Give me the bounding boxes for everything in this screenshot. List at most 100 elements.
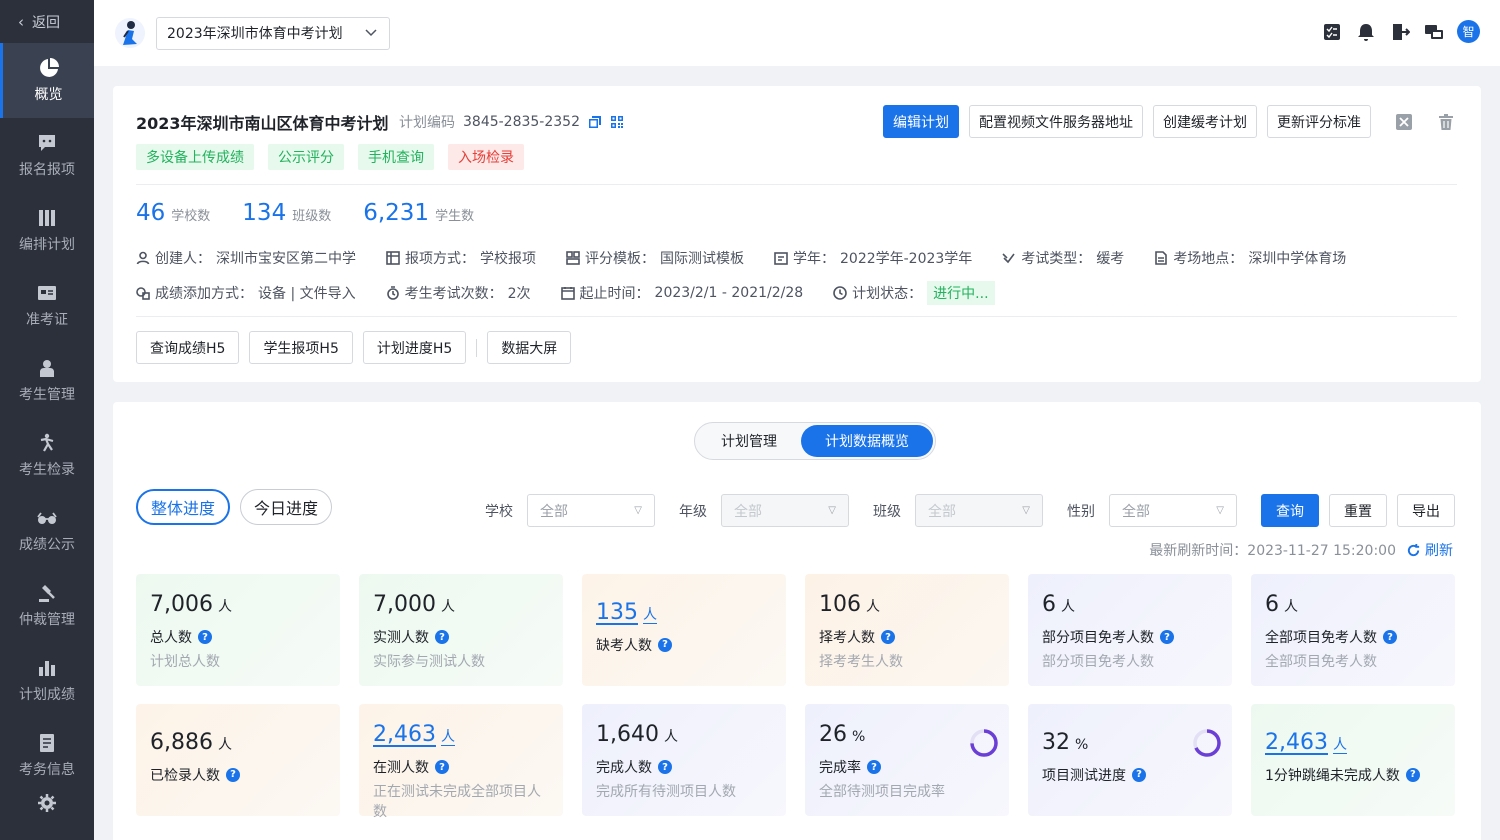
feature-tags: 多设备上传成绩 公示评分 手机查询 入场检录 xyxy=(136,144,524,170)
sidebar-item-label: 仲裁管理 xyxy=(19,611,75,628)
top-bar: 2023年深圳市体育中考计划 智 xyxy=(94,0,1500,66)
stat-value[interactable]: 2,463 人 xyxy=(1265,730,1441,755)
tag-check-icon xyxy=(1002,253,1015,264)
school-select[interactable]: 全部 ▽ xyxy=(527,494,655,527)
meta-creator: 创建人： 深圳市宝安区第二中学 xyxy=(136,248,356,268)
stat-name: 完成率? xyxy=(819,757,995,777)
calendar-icon xyxy=(560,287,575,300)
close-box-icon[interactable] xyxy=(1393,111,1415,133)
help-icon[interactable]: ? xyxy=(1383,630,1397,644)
logout-icon[interactable] xyxy=(1389,21,1411,43)
school-filter-label: 学校 xyxy=(485,503,513,520)
class-select[interactable]: 全部 ▽ xyxy=(915,494,1043,527)
tab-plan-data-overview[interactable]: 计划数据概览 xyxy=(801,425,933,457)
tag: 入场检录 xyxy=(448,144,524,170)
export-button[interactable]: 导出 xyxy=(1397,494,1455,527)
update-standard-button[interactable]: 更新评分标准 xyxy=(1267,105,1371,138)
video-server-button[interactable]: 配置视频文件服务器地址 xyxy=(969,105,1143,138)
help-icon[interactable]: ? xyxy=(198,630,212,644)
gender-filter-label: 性别 xyxy=(1067,503,1095,520)
trash-icon[interactable] xyxy=(1435,111,1457,133)
plan-info-card: 2023年深圳市南山区体育中考计划 计划编码 3845-2835-2352 多设… xyxy=(113,86,1481,382)
stat-card: 1,640 人完成人数? 完成所有待测项目人数 xyxy=(582,704,786,816)
help-icon[interactable]: ? xyxy=(881,630,895,644)
stat-value: 7,000 人 xyxy=(373,592,455,617)
copy-icon[interactable] xyxy=(588,115,602,129)
help-icon[interactable]: ? xyxy=(435,760,449,774)
tab-today-progress[interactable]: 今日进度 xyxy=(240,489,333,525)
progress-ring xyxy=(970,729,998,757)
stat-description: 择考考生人数 xyxy=(819,654,903,670)
stat-description: 全部项目免考人数 xyxy=(1265,654,1377,670)
sidebar-item[interactable]: 编排计划 xyxy=(0,193,94,268)
edit-plan-button[interactable]: 编辑计划 xyxy=(883,105,959,138)
sidebar-item[interactable]: 成绩公示 xyxy=(0,493,94,568)
sidebar-item[interactable]: 仲裁管理 xyxy=(0,568,94,643)
help-icon[interactable]: ? xyxy=(1405,767,1420,782)
help-icon[interactable]: ? xyxy=(658,637,672,652)
sidebar-item[interactable]: 计划成绩 xyxy=(0,643,94,718)
help-icon[interactable]: ? xyxy=(226,767,240,782)
stat-card: 7,006 人总人数? 计划总人数 xyxy=(136,574,340,686)
clock-icon xyxy=(833,286,847,300)
gender-select[interactable]: 全部 ▽ xyxy=(1109,494,1237,527)
columns-icon xyxy=(39,209,55,226)
stat-name: 总人数? xyxy=(150,627,326,647)
chevron-down-icon xyxy=(365,29,377,37)
plan-code-label: 计划编码 xyxy=(399,115,455,131)
class-count: 134 班级数 xyxy=(242,200,332,226)
stat-name: 缺考人数? xyxy=(596,635,772,655)
checklist-icon[interactable] xyxy=(1321,21,1343,43)
plan-stats: 46 学校数 134 班级数 6,231 学生数 xyxy=(136,200,474,226)
qrcode-icon[interactable] xyxy=(610,115,624,129)
reset-button[interactable]: 重置 xyxy=(1329,494,1387,527)
runner-icon xyxy=(40,433,54,452)
sidebar-item[interactable]: 考生管理 xyxy=(0,343,94,418)
back-button[interactable]: ‹ 返回 xyxy=(0,0,94,43)
sidebar-item[interactable]: 准考证 xyxy=(0,268,94,343)
tab-overall-progress[interactable]: 整体进度 xyxy=(136,489,231,525)
help-icon[interactable]: ? xyxy=(435,630,449,644)
data-screen-button[interactable]: 数据大屏 xyxy=(487,331,572,364)
query-button[interactable]: 查询 xyxy=(1261,494,1319,527)
query-score-h5-button[interactable]: 查询成绩H5 xyxy=(136,331,240,364)
help-icon[interactable]: ? xyxy=(867,760,881,774)
refresh-time: 最新刷新时间：2023-11-27 15:20:00 xyxy=(1149,543,1396,559)
chevron-down-icon: ▽ xyxy=(1022,505,1030,516)
bell-icon[interactable] xyxy=(1355,21,1377,43)
help-icon[interactable]: ? xyxy=(1132,767,1146,782)
school-count: 46 学校数 xyxy=(136,200,211,226)
meta-exam-type: 考试类型： 缓考 xyxy=(1002,248,1124,268)
tab-plan-management[interactable]: 计划管理 xyxy=(697,425,801,457)
stat-value[interactable]: 2,463 人 xyxy=(373,722,549,747)
stat-name: 实测人数? xyxy=(373,627,549,647)
plan-select[interactable]: 2023年深圳市体育中考计划 xyxy=(156,16,390,50)
create-deferred-plan-button[interactable]: 创建缓考计划 xyxy=(1153,105,1257,138)
gavel-icon xyxy=(39,584,55,602)
pie-chart-icon xyxy=(39,57,59,77)
sidebar-item-label: 准考证 xyxy=(26,311,68,328)
sidebar-item[interactable]: 考生检录 xyxy=(0,418,94,493)
refresh-button[interactable]: 刷新 xyxy=(1406,540,1453,560)
sidebar-item[interactable]: 报名报项 xyxy=(0,118,94,193)
meta-school-year: 学年： 2022学年-2023学年 xyxy=(774,248,972,268)
help-icon[interactable]: ? xyxy=(1160,630,1174,644)
student-registration-h5-button[interactable]: 学生报项H5 xyxy=(249,331,353,364)
filter-bar: 学校 全部 ▽ 年级 全部 ▽ 班级 全部 ▽ 性别 全部 ▽ 查询 重置 导出 xyxy=(485,494,1455,527)
table-icon xyxy=(386,251,400,265)
meta-score-entry: 成绩添加方式： 设备 | 文件导入 xyxy=(136,281,356,305)
sidebar-item[interactable]: 考务信息 xyxy=(0,718,94,793)
refresh-icon xyxy=(1407,543,1420,556)
sidebar-item-label: 编排计划 xyxy=(19,236,75,253)
meta-venue: 考场地点： 深圳中学体育场 xyxy=(1154,248,1346,268)
help-icon[interactable]: ? xyxy=(658,760,672,774)
gear-icon xyxy=(38,794,56,812)
stat-value[interactable]: 135 人 xyxy=(596,600,772,625)
plan-progress-h5-button[interactable]: 计划进度H5 xyxy=(362,331,467,364)
user-avatar[interactable]: 智 xyxy=(1457,20,1480,43)
sidebar-item-more[interactable] xyxy=(0,793,94,833)
stat-card: 26% 完成率? 全部待测项目完成率 xyxy=(805,704,1009,816)
sidebar-item[interactable]: 概览 xyxy=(0,43,94,118)
grade-select[interactable]: 全部 ▽ xyxy=(721,494,849,527)
screens-icon[interactable] xyxy=(1423,21,1445,43)
